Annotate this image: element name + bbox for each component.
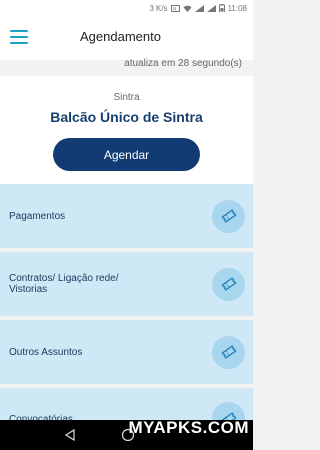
- status-bar: 3 K/s N 11:08: [0, 0, 253, 16]
- schedule-button[interactable]: Agendar: [53, 138, 200, 171]
- hero-section: Sintra Balcão Único de Sintra Agendar: [0, 76, 253, 184]
- network-speed: 3 K/s: [149, 3, 168, 13]
- refresh-countdown: atualiza em 28 segundo(s): [124, 58, 242, 69]
- location-title: Balcão Único de Sintra: [50, 109, 203, 125]
- service-item-contratos[interactable]: Contratos/ Ligação rede/ Vistorias: [0, 252, 253, 316]
- region-subtitle: Sintra: [113, 92, 140, 103]
- signal-icon-2: [206, 4, 216, 12]
- ticket-icon[interactable]: [212, 199, 245, 233]
- clock: 11:08: [227, 3, 247, 13]
- ticket-icon[interactable]: [212, 267, 245, 301]
- service-label: Pagamentos: [9, 210, 66, 222]
- nfc-icon: N: [170, 4, 180, 12]
- wifi-icon: [183, 5, 192, 12]
- service-item-outros-assuntos[interactable]: Outros Assuntos: [0, 320, 253, 384]
- watermark-text: MYAPKS.COM: [128, 418, 249, 437]
- service-item-pagamentos[interactable]: Pagamentos: [0, 184, 253, 248]
- ticket-icon[interactable]: [212, 335, 245, 369]
- service-label: Outros Assuntos: [9, 346, 83, 358]
- app-header: Agendamento: [0, 16, 253, 60]
- signal-icon: [194, 4, 204, 12]
- battery-icon: [218, 4, 225, 12]
- hamburger-menu-icon[interactable]: [10, 30, 30, 44]
- svg-text:N: N: [173, 6, 176, 11]
- page-title: Agendamento: [80, 29, 161, 44]
- service-label: Contratos/ Ligação rede/ Vistorias: [9, 273, 119, 295]
- back-icon[interactable]: [64, 429, 76, 441]
